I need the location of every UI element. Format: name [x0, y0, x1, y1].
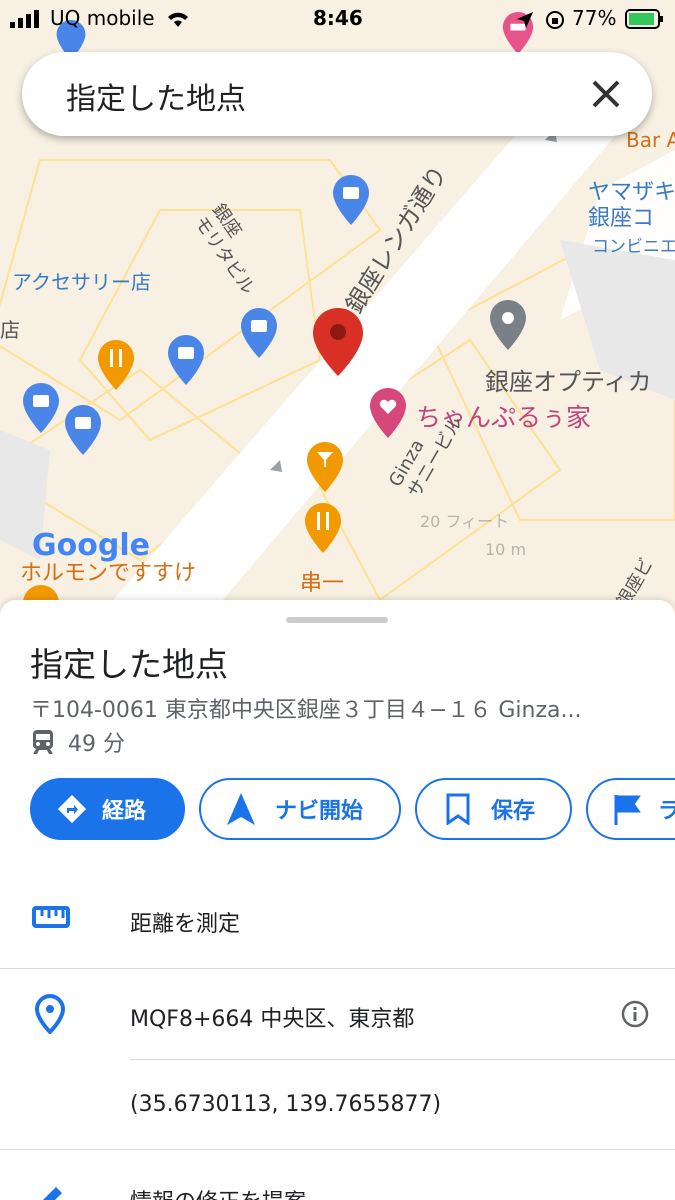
place-pin-icon[interactable]	[490, 300, 526, 350]
map-label-yamazaki: ヤマザキ 銀座コ	[588, 180, 675, 231]
shopping-pin-icon[interactable]	[23, 383, 59, 433]
start-navigation-label: ナビ開始	[275, 799, 364, 824]
directions-button[interactable]: 経路	[30, 778, 185, 840]
wifi-icon	[168, 12, 188, 27]
shopping-pin-icon[interactable]	[65, 405, 101, 455]
start-navigation-button[interactable]: ナビ開始	[199, 778, 401, 840]
place-title: 指定した地点	[30, 645, 228, 684]
measure-distance-label: 距離を測定	[130, 912, 241, 937]
directions-label: 経路	[102, 799, 147, 824]
place-address: 〒104-0061 東京都中央区銀座３丁目４−１６ Ginza...	[30, 698, 582, 723]
shopping-pin-icon[interactable]	[333, 175, 369, 225]
label-button[interactable]: ラ	[586, 778, 675, 840]
battery-percent: 77%	[572, 6, 617, 30]
train-icon	[33, 730, 53, 754]
bar-pin-icon[interactable]	[307, 442, 343, 492]
place-details-sheet: 指定した地点 〒104-0061 東京都中央区銀座３丁目４−１６ Ginza..…	[0, 600, 675, 1200]
search-query[interactable]: 指定した地点	[66, 74, 246, 118]
bookmark-icon	[446, 793, 470, 825]
map-label-bar: Bar A	[626, 128, 675, 152]
transit-time-label: 49 分	[68, 732, 125, 757]
measure-distance-row[interactable]: 距離を測定	[0, 870, 675, 968]
coordinates-label: (35.6730113, 139.7655877)	[130, 1092, 442, 1117]
map-label-accessory: アクセサリー店	[12, 270, 151, 294]
restaurant-pin-icon[interactable]	[305, 503, 341, 553]
location-pin-icon	[35, 994, 65, 1034]
google-logo: Google	[32, 528, 150, 563]
clock: 8:46	[313, 6, 363, 30]
save-button[interactable]: 保存	[415, 778, 572, 840]
coordinates-row[interactable]: (35.6730113, 139.7655877)	[0, 1060, 675, 1149]
ruler-icon	[32, 906, 70, 928]
carrier-name: UQ mobile	[50, 6, 155, 30]
save-label: 保存	[491, 799, 536, 824]
signal-icon	[10, 10, 39, 28]
shopping-pin-icon[interactable]	[168, 335, 204, 385]
map-label-konbini: コンビニエ	[592, 237, 675, 257]
map-scale-feet: 20 フィート	[420, 512, 510, 531]
shopping-pin-icon[interactable]	[241, 308, 277, 358]
directions-icon	[57, 794, 87, 824]
suggest-edit-label: 情報の修正を提案	[130, 1184, 306, 1200]
flag-icon	[614, 795, 641, 825]
location-arrow-icon	[517, 12, 533, 28]
drag-handle[interactable]	[286, 617, 388, 623]
map-label-kushiichi: 串一	[300, 571, 345, 596]
close-icon[interactable]	[588, 76, 624, 112]
battery-charging-icon	[625, 9, 663, 29]
navigation-icon	[227, 793, 255, 825]
pencil-icon	[43, 1187, 62, 1200]
map-scale-meter: 10 m	[485, 540, 527, 559]
plus-code-row[interactable]: MQF8+664 中央区、東京都	[0, 969, 675, 1059]
heart-pin-icon[interactable]	[370, 388, 406, 438]
transit-time: 49 分	[30, 726, 125, 758]
map-label-optica: 銀座オプティカ	[485, 368, 652, 396]
search-bar[interactable]: 指定した地点	[22, 52, 652, 136]
plus-code-label: MQF8+664 中央区、東京都	[130, 1007, 415, 1032]
info-icon[interactable]	[620, 999, 650, 1029]
suggest-edit-row[interactable]: 情報の修正を提案	[0, 1150, 675, 1200]
dropped-pin-icon[interactable]	[313, 308, 363, 376]
label-button-label: ラ	[658, 799, 675, 824]
status-bar: UQ mobile 8:46 77%	[0, 0, 675, 40]
rotation-lock-icon	[546, 11, 564, 29]
restaurant-pin-icon[interactable]	[98, 340, 134, 390]
map-label-ten: 店	[0, 318, 20, 342]
